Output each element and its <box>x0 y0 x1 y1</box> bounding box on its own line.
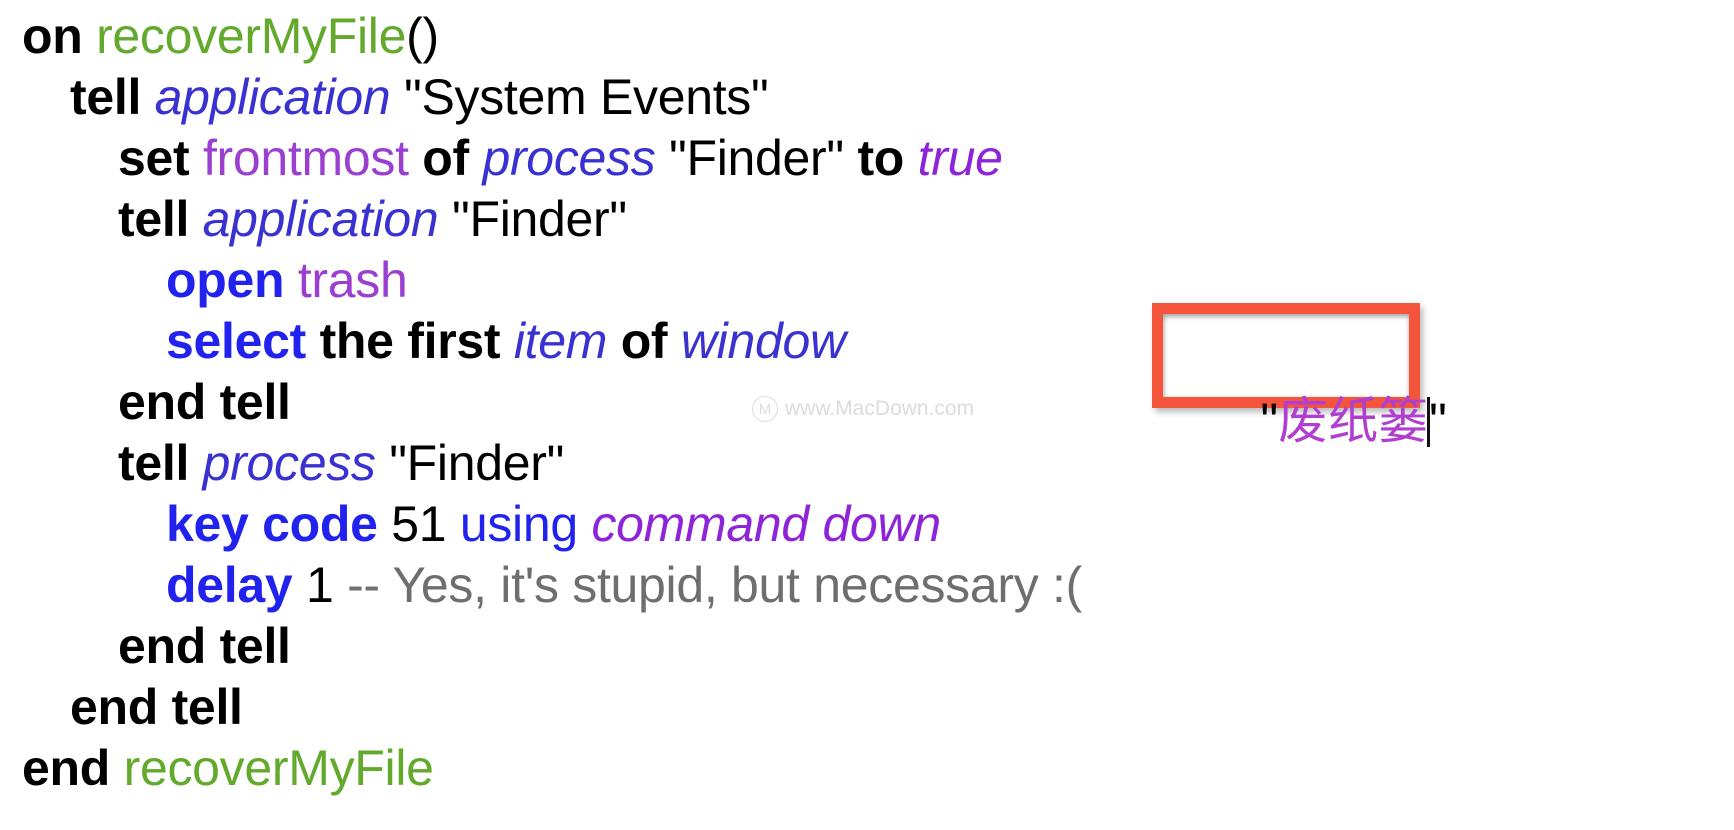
code-token-class: process <box>482 130 656 186</box>
code-token-string: "Finder" <box>389 435 565 491</box>
code-token-command: select <box>166 313 306 369</box>
code-token-keyword: end tell <box>118 374 291 430</box>
circled-m-icon: M <box>752 396 778 422</box>
code-token-keyword: of <box>620 313 668 369</box>
code-token-constant: command down <box>591 496 941 552</box>
code-token-class: item <box>513 313 608 369</box>
code-token-handler: recoverMyFile <box>96 8 407 64</box>
trash-window-name-text: 废纸篓 <box>1278 392 1429 450</box>
code-token-class: window <box>680 313 846 369</box>
code-token-command: delay <box>166 557 293 613</box>
code-token-property: frontmost <box>202 130 409 186</box>
code-token-class: process <box>202 435 376 491</box>
code-line[interactable]: select the first item of window <box>0 311 1734 372</box>
code-token-keyword: on <box>22 8 83 64</box>
code-line[interactable]: open trash <box>0 250 1734 311</box>
code-line[interactable]: tell process "Finder" <box>0 433 1734 494</box>
code-line[interactable]: end tell <box>0 677 1734 738</box>
code-token-keyword: to <box>857 130 905 186</box>
code-token-string: "Finder" <box>669 130 844 186</box>
code-token-string: "System Events" <box>404 69 769 125</box>
code-line[interactable]: set frontmost of process "Finder" to tru… <box>0 128 1734 189</box>
code-line[interactable]: key code 51 using command down <box>0 494 1734 555</box>
code-token-constant: true <box>917 130 1003 186</box>
code-token-keyword: end <box>22 740 110 796</box>
code-line[interactable]: end tell <box>0 616 1734 677</box>
code-token-handler: recoverMyFile <box>123 740 434 796</box>
code-token-keyword: of <box>422 130 469 186</box>
code-line[interactable]: on recoverMyFile() <box>0 6 1734 67</box>
code-token-number: 51 <box>391 496 447 552</box>
code-token-keyword: tell <box>118 435 190 491</box>
code-token-keyword: end tell <box>118 618 291 674</box>
code-token-number: 1 <box>305 557 334 613</box>
code-token-plain: () <box>406 8 439 64</box>
code-token-comment: -- Yes, it's stupid, but necessary :( <box>347 557 1082 613</box>
code-token-keyword: tell <box>70 69 142 125</box>
applescript-code-editor[interactable]: on recoverMyFile() tell application "Syst… <box>0 0 1734 830</box>
code-token-command: key code <box>166 496 378 552</box>
code-token-keyword: tell <box>118 191 190 247</box>
code-token-property: trash <box>297 252 408 308</box>
code-line[interactable]: tell application "System Events" <box>0 67 1734 128</box>
code-line[interactable]: end recoverMyFile <box>0 738 1734 799</box>
string-edit-highlight-box[interactable]: "废纸篓" <box>1152 303 1447 450</box>
code-token-keyword: end tell <box>70 679 243 735</box>
watermark: M www.MacDown.com <box>752 396 974 422</box>
code-token-class: application <box>202 191 439 247</box>
open-quote: " <box>1260 393 1279 449</box>
code-token-keyword: the first <box>319 313 501 369</box>
code-token-string: "Finder" <box>452 191 627 247</box>
code-line[interactable]: tell application "Finder" <box>0 189 1734 250</box>
code-token-command: open <box>166 252 285 308</box>
watermark-text: www.MacDown.com <box>785 397 975 420</box>
code-token-operator: using <box>459 496 578 552</box>
code-token-class: application <box>154 69 391 125</box>
code-line[interactable]: delay 1 -- Yes, it's stupid, but necessa… <box>0 555 1734 616</box>
close-quote: " <box>1429 393 1447 449</box>
code-token-keyword: set <box>118 130 190 186</box>
edited-string-literal[interactable]: "废纸篓" <box>1177 322 1447 520</box>
